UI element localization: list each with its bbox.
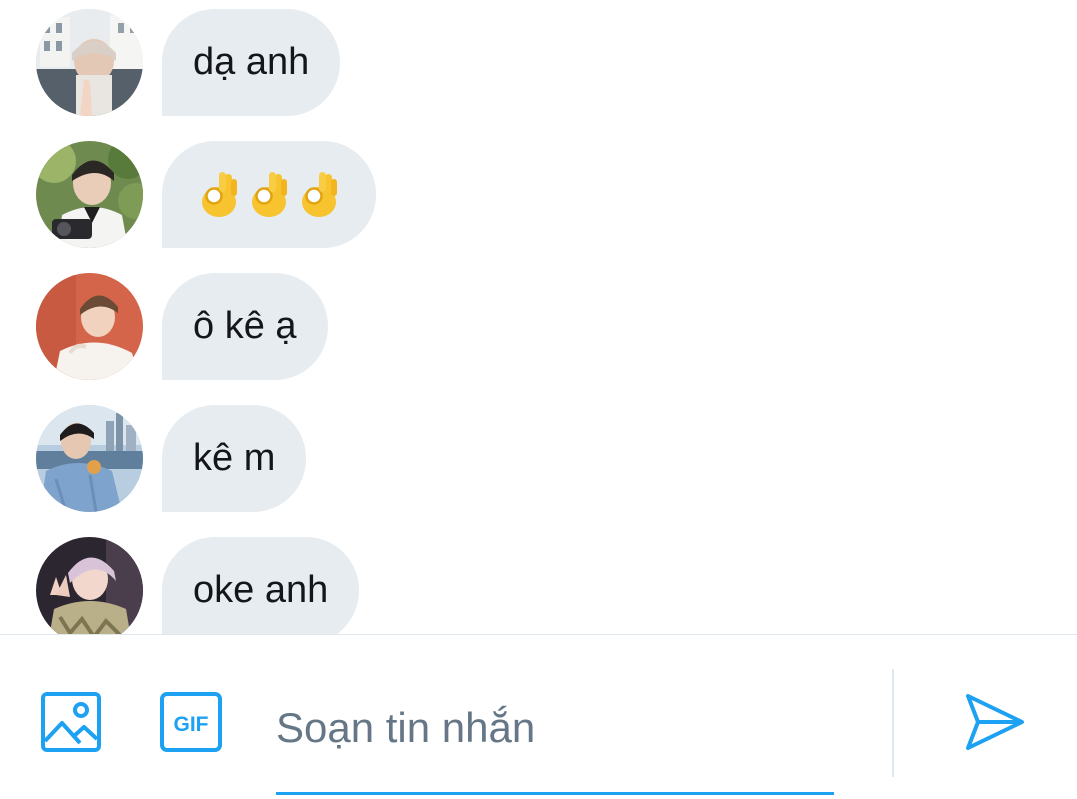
message-item: oke anh — [36, 536, 360, 634]
ok-hand-emoji-icon — [252, 172, 287, 217]
message-composer: GIF — [0, 634, 1077, 799]
ok-hand-emoji-icon — [302, 172, 337, 217]
image-icon — [41, 692, 101, 752]
send-button[interactable] — [962, 690, 1026, 754]
message-list[interactable]: dạ anh 👌👌👌 — [0, 0, 1077, 634]
dm-conversation-screen: dạ anh 👌👌👌 — [0, 0, 1077, 799]
message-bubble[interactable]: 👌👌👌 — [162, 140, 376, 248]
message-text: ô kê ạ — [193, 304, 297, 347]
message-text: oke anh — [193, 568, 329, 611]
message-item: 👌👌👌 — [36, 140, 376, 248]
send-icon — [966, 694, 1024, 750]
sender-avatar[interactable] — [36, 8, 143, 116]
ok-hand-emoji-icon — [202, 172, 237, 217]
sender-avatar[interactable] — [36, 536, 143, 634]
message-item: kê m — [36, 404, 307, 512]
message-item: dạ anh — [36, 8, 341, 116]
add-image-button[interactable] — [39, 690, 103, 754]
add-gif-button[interactable]: GIF — [159, 690, 223, 754]
message-bubble[interactable]: ô kê ạ — [162, 272, 328, 380]
sender-avatar[interactable] — [36, 272, 143, 380]
sender-avatar[interactable] — [36, 140, 143, 248]
composer-divider — [892, 669, 894, 777]
message-bubble[interactable]: oke anh — [162, 536, 360, 634]
message-item: ô kê ạ — [36, 272, 328, 380]
message-text: dạ anh — [193, 40, 310, 83]
gif-icon: GIF — [160, 692, 222, 752]
message-input[interactable] — [276, 703, 816, 753]
message-bubble[interactable]: kê m — [162, 404, 307, 512]
message-input-container — [276, 683, 834, 795]
sender-avatar[interactable] — [36, 404, 143, 512]
message-text: kê m — [193, 436, 276, 479]
gif-label: GIF — [174, 713, 209, 736]
message-bubble[interactable]: dạ anh — [162, 8, 341, 116]
